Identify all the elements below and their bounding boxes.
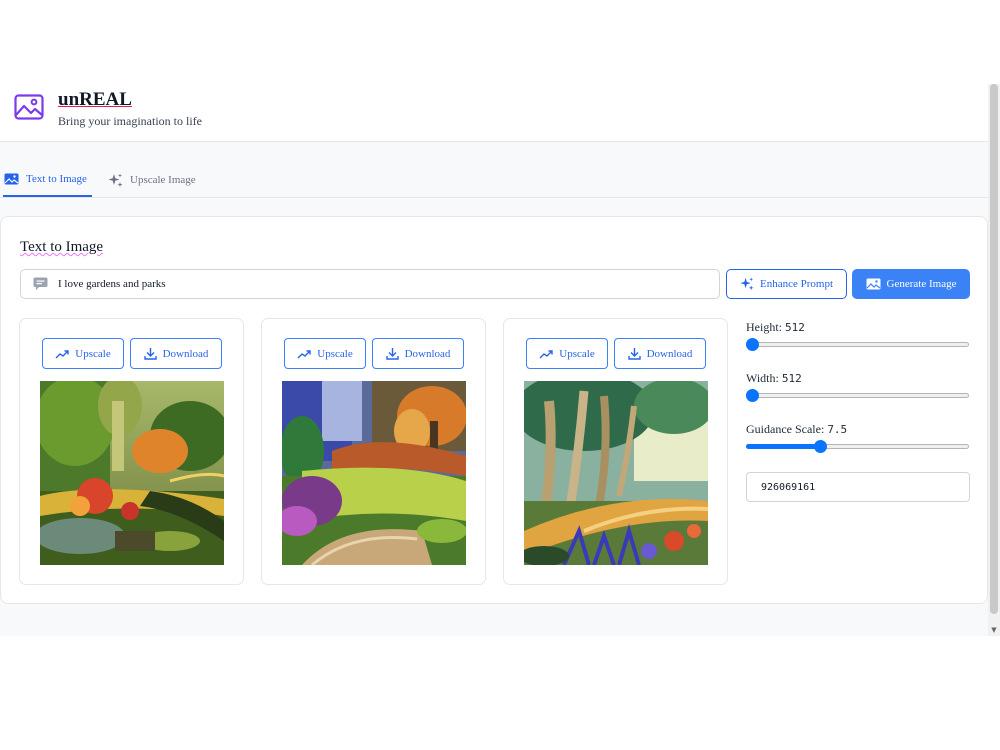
- scrollbar[interactable]: ▼: [988, 84, 1000, 636]
- trending-up-icon: [297, 349, 311, 358]
- slider-thumb[interactable]: [746, 338, 759, 351]
- enhance-prompt-label: Enhance Prompt: [759, 278, 833, 290]
- height-slider[interactable]: [746, 338, 970, 351]
- download-label: Download: [404, 347, 451, 360]
- height-label-text: Height:: [746, 320, 782, 334]
- upscale-label: Upscale: [317, 347, 353, 360]
- app-subtitle: Bring your imagination to life: [58, 114, 202, 128]
- width-slider[interactable]: [746, 389, 970, 402]
- guidance-label-text: Guidance Scale:: [746, 422, 825, 436]
- prompt-input[interactable]: [58, 278, 658, 290]
- upscale-label: Upscale: [559, 347, 595, 360]
- header: unREAL Bring your imagination to life: [0, 66, 988, 142]
- generated-image: [282, 381, 466, 565]
- width-label: Width: 512: [746, 371, 802, 386]
- width-label-text: Width:: [746, 371, 779, 385]
- image-card: Upscale Download: [261, 318, 486, 585]
- tab-upscale-image[interactable]: Upscale Image: [108, 163, 196, 197]
- sparkles-icon: [108, 173, 123, 187]
- download-icon: [143, 348, 157, 360]
- image-icon: [4, 173, 19, 185]
- guidance-scale-label: Guidance Scale: 7.5: [746, 422, 847, 437]
- generated-image: [40, 381, 224, 565]
- guidance-value: 7.5: [827, 423, 848, 436]
- tab-label: Upscale Image: [130, 174, 196, 186]
- height-value: 512: [785, 321, 805, 334]
- download-button[interactable]: Download: [130, 338, 222, 369]
- upscale-label: Upscale: [75, 347, 111, 360]
- trending-up-icon: [55, 349, 69, 358]
- download-label: Download: [162, 347, 209, 360]
- app-window: unREAL Bring your imagination to life Te…: [0, 66, 988, 636]
- download-button[interactable]: Download: [614, 338, 706, 369]
- app-title: unREAL: [58, 89, 132, 110]
- download-label: Download: [646, 347, 693, 360]
- download-icon: [627, 348, 641, 360]
- guidance-scale-slider[interactable]: [746, 440, 970, 453]
- download-icon: [385, 348, 399, 360]
- tab-label: Text to Image: [26, 173, 87, 185]
- seed-input[interactable]: [746, 472, 970, 502]
- section-title: Text to Image: [20, 239, 104, 255]
- slider-track: [746, 342, 969, 347]
- image-icon: [866, 278, 881, 290]
- sparkles-icon: [740, 277, 754, 291]
- width-value: 512: [781, 372, 802, 385]
- message-icon: [33, 277, 48, 290]
- generate-image-label: Generate Image: [886, 278, 957, 290]
- tab-bar: Text to Image Upscale Image: [0, 163, 988, 198]
- image-card: Upscale Download: [503, 318, 728, 585]
- upscale-button[interactable]: Upscale: [284, 338, 366, 369]
- generated-image: [524, 381, 708, 565]
- scrollbar-thumb[interactable]: [990, 84, 998, 614]
- download-button[interactable]: Download: [372, 338, 464, 369]
- slider-thumb[interactable]: [813, 440, 827, 453]
- upscale-button[interactable]: Upscale: [42, 338, 124, 369]
- upscale-button[interactable]: Upscale: [526, 338, 608, 369]
- text-to-image-panel: Text to Image Enhance Prompt G: [0, 216, 988, 604]
- slider-thumb[interactable]: [746, 389, 759, 402]
- height-label: Height: 512: [746, 320, 805, 335]
- trending-up-icon: [539, 349, 553, 358]
- enhance-prompt-button[interactable]: Enhance Prompt: [726, 269, 847, 299]
- tab-text-to-image[interactable]: Text to Image: [3, 163, 92, 197]
- image-icon: [14, 94, 44, 120]
- prompt-field[interactable]: [20, 269, 720, 299]
- slider-track: [746, 393, 969, 398]
- scroll-down-arrow-icon[interactable]: ▼: [990, 626, 998, 634]
- generate-image-button[interactable]: Generate Image: [852, 269, 970, 299]
- image-card: Upscale Download: [19, 318, 244, 585]
- slider-fill: [746, 444, 820, 449]
